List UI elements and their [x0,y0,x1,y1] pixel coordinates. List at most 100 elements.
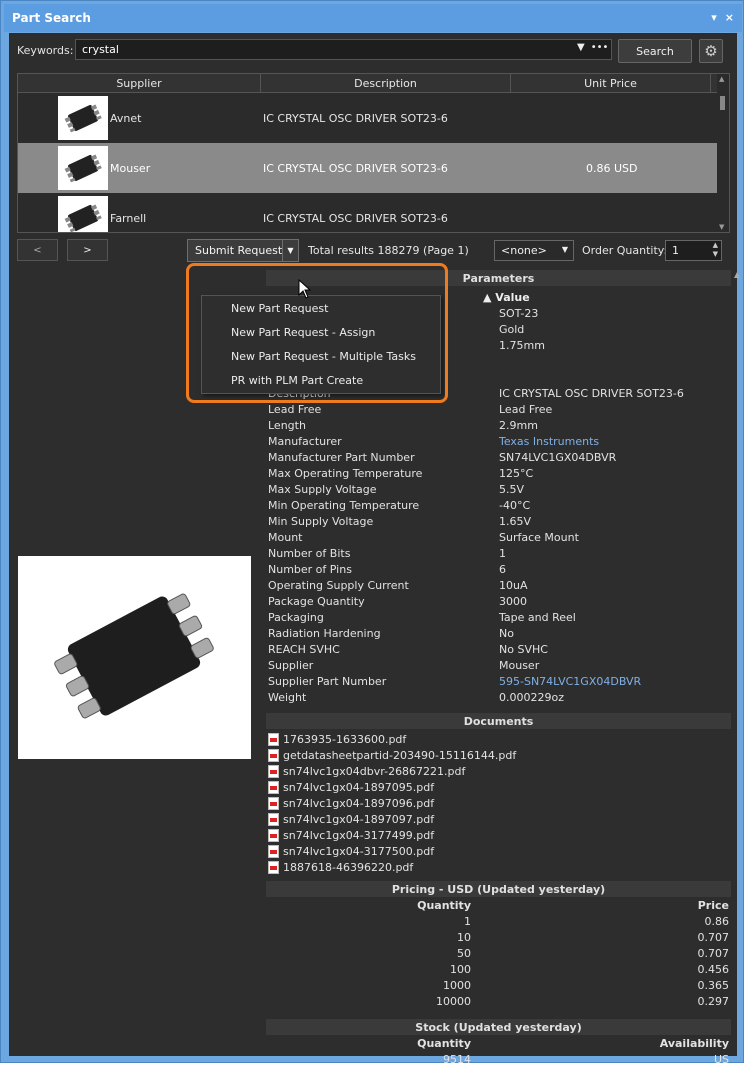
submit-request-label: Submit Request [195,244,283,257]
total-results: Total results 188279 (Page 1) [308,244,469,257]
pricing-qty-header: Quantity [417,899,471,912]
close-icon[interactable]: × [725,11,734,24]
results-header: Supplier Description Unit Price [18,74,729,93]
document-item[interactable]: sn74lvc1gx04-1897097.pdf [268,811,434,827]
collapse-up-icon[interactable]: ▲ [734,270,740,279]
document-name: sn74lvc1gx04-3177500.pdf [283,844,435,858]
param-row: Mount Surface Mount [268,531,733,547]
document-name: sn74lvc1gx04dbvr-26867221.pdf [283,764,466,778]
document-name: sn74lvc1gx04-1897096.pdf [283,796,435,810]
value-column-header[interactable]: ▲ Value [483,291,530,304]
price-qty: 10000 [436,995,471,1008]
search-button[interactable]: Search [618,39,692,63]
column-unit-price[interactable]: Unit Price [511,74,711,92]
table-row: 50 0.707 [268,947,731,963]
param-value: 10uA [499,579,528,592]
keywords-dropdown-icon[interactable]: ▼ [577,42,585,53]
scroll-down-icon[interactable]: ▼ [719,223,724,231]
table-row: 9514 US [268,1053,731,1069]
document-item[interactable]: sn74lvc1gx04dbvr-26867221.pdf [268,763,465,779]
more-options-icon[interactable]: ••• [591,42,609,53]
stock-avail-header: Availability [659,1037,729,1050]
parameters-header: Parameters [266,270,731,286]
param-value: IC CRYSTAL OSC DRIVER SOT23-6 [499,387,684,400]
gear-icon[interactable]: ⚙ [699,39,723,63]
param-value[interactable]: 595-SN74LVC1GX04DBVR [499,675,641,688]
pdf-icon [268,796,279,810]
menu-item-new-part-request-multiple[interactable]: New Part Request - Multiple Tasks [202,344,440,368]
param-row: Manufacturer Texas Instruments [268,435,733,451]
param-name: Supplier [268,659,314,672]
price-value: 0.297 [697,995,730,1008]
document-item[interactable]: sn74lvc1gx04-3177500.pdf [268,843,434,859]
param-name: Min Operating Temperature [268,499,420,512]
next-page-button[interactable]: > [67,239,108,261]
dropdown-menu-icon[interactable]: ▾ [711,11,717,24]
window-frame: Part Search ▾ × Keywords: crystal ▼ ••• … [0,0,744,1066]
document-name: sn74lvc1gx04-1897097.pdf [283,812,435,826]
order-quantity-value: 1 [672,244,679,257]
table-row[interactable]: Farnell IC CRYSTAL OSC DRIVER SOT23-6 [18,193,729,232]
param-row: Manufacturer Part Number SN74LVC1GX04DBVR [268,451,733,467]
param-value: No [499,627,514,640]
param-row: Supplier Mouser [268,659,733,675]
document-item[interactable]: sn74lvc1gx04-3177499.pdf [268,827,434,843]
results-scrollbar[interactable]: ▲ ▼ [717,74,729,232]
menu-item-new-part-request-assign[interactable]: New Part Request - Assign [202,320,440,344]
documents-header: Documents [266,713,731,729]
scroll-up-icon[interactable]: ▲ [719,75,724,83]
document-item[interactable]: sn74lvc1gx04-1897096.pdf [268,795,434,811]
part-thumbnail [58,196,108,232]
previous-page-button[interactable]: < [17,239,58,261]
table-row: 10000 0.297 [268,995,731,1011]
param-value: 3000 [499,595,527,608]
filter-select[interactable]: <none> ▼ [494,240,574,261]
price-qty: 10 [457,931,471,944]
pdf-icon [268,764,279,778]
table-row[interactable]: Avnet IC CRYSTAL OSC DRIVER SOT23-6 [18,93,729,143]
document-item[interactable]: 1763935-1633600.pdf [268,731,406,747]
menu-item-pr-plm-part-create[interactable]: PR with PLM Part Create [202,368,440,392]
param-name: Mount [268,531,303,544]
param-name: Package Quantity [268,595,365,608]
document-name: 1763935-1633600.pdf [283,732,407,746]
keywords-label: Keywords: [17,44,74,57]
param-row: Operating Supply Current 10uA [268,579,733,595]
document-name: sn74lvc1gx04-1897095.pdf [283,780,435,794]
pdf-icon [268,860,279,874]
pricing-header: Pricing - USD (Updated yesterday) [266,881,731,897]
param-name: Packaging [268,611,324,624]
document-name: sn74lvc1gx04-3177499.pdf [283,828,435,842]
results-table: Supplier Description Unit Price Avnet IC… [17,73,730,233]
stepper-arrows-icon[interactable]: ▲ ▼ [713,241,718,259]
column-supplier[interactable]: Supplier [18,74,261,92]
table-row: 100 0.456 [268,963,731,979]
param-value: Surface Mount [499,531,579,544]
document-item[interactable]: getdatasheetpartid-203490-15116144.pdf [268,747,516,763]
submit-request-button[interactable]: Submit Request ▼ [187,239,299,262]
scrollbar-thumb[interactable] [720,96,725,110]
pdf-icon [268,828,279,842]
column-description[interactable]: Description [261,74,511,92]
param-value: SN74LVC1GX04DBVR [499,451,617,464]
chevron-down-icon[interactable]: ▼ [282,240,298,261]
param-value: 1.75mm [499,339,545,352]
document-item[interactable]: 1887618-46396220.pdf [268,859,413,875]
param-value[interactable]: Texas Instruments [499,435,599,448]
menu-item-new-part-request[interactable]: New Part Request [202,296,440,320]
order-quantity-stepper[interactable]: 1 ▲ ▼ [665,240,722,261]
pricing-column-headers: Quantity Price [268,899,731,915]
param-value: 5.5V [499,483,525,496]
table-row-selected[interactable]: Mouser IC CRYSTAL OSC DRIVER SOT23-6 0.8… [18,143,729,193]
keywords-input[interactable]: crystal [75,39,612,60]
submit-request-menu: New Part Request New Part Request - Assi… [201,295,441,394]
price-value: 0.707 [697,947,730,960]
param-name: Radiation Hardening [268,627,381,640]
document-item[interactable]: sn74lvc1gx04-1897095.pdf [268,779,434,795]
param-row: Supplier Part Number 595-SN74LVC1GX04DBVR [268,675,733,691]
param-row: Min Supply Voltage 1.65V [268,515,733,531]
row-description: IC CRYSTAL OSC DRIVER SOT23-6 [263,161,448,175]
price-value: 0.86 [704,915,730,928]
param-value: 0.000229oz [499,691,564,704]
pdf-icon [268,812,279,826]
